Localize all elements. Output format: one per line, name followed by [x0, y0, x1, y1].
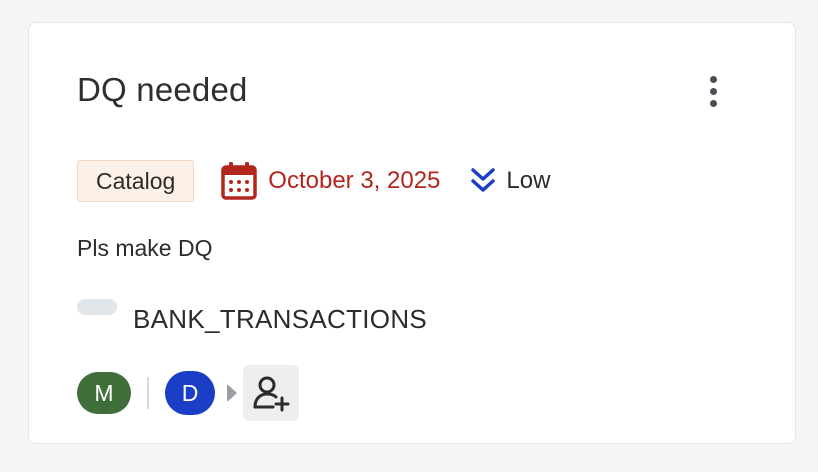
priority-label: Low — [506, 167, 551, 194]
add-user-button[interactable] — [243, 365, 299, 421]
assignee-avatar[interactable]: M — [77, 372, 131, 414]
people-row: M D — [77, 365, 299, 421]
asset-row[interactable]: BANK_TRANSACTIONS — [77, 299, 427, 335]
calendar-icon — [221, 162, 258, 200]
reviewer-avatar[interactable]: D — [165, 371, 215, 415]
kebab-dot — [709, 75, 717, 83]
meta-row: Catalog October 3, 2025 Low — [77, 159, 550, 203]
kebab-dot — [709, 87, 717, 95]
card-title: DQ needed — [77, 71, 248, 108]
asset-name[interactable]: BANK_TRANSACTIONS — [133, 304, 427, 335]
chevrons-down-icon — [471, 168, 496, 192]
priority[interactable]: Low — [470, 166, 550, 196]
asset-type-pill — [77, 299, 117, 315]
due-date[interactable]: October 3, 2025 — [220, 161, 440, 201]
task-card[interactable]: DQ needed Catalog October 3, 2025 Low Pl… — [28, 22, 796, 444]
more-vertical-icon[interactable] — [701, 71, 725, 111]
task-description: Pls make DQ — [77, 235, 213, 261]
divider — [147, 377, 149, 409]
kebab-dot — [709, 99, 717, 107]
catalog-tag[interactable]: Catalog — [77, 160, 195, 202]
caret-right-icon — [227, 384, 237, 402]
due-date-label: October 3, 2025 — [268, 167, 441, 194]
user-plus-icon — [253, 376, 290, 412]
